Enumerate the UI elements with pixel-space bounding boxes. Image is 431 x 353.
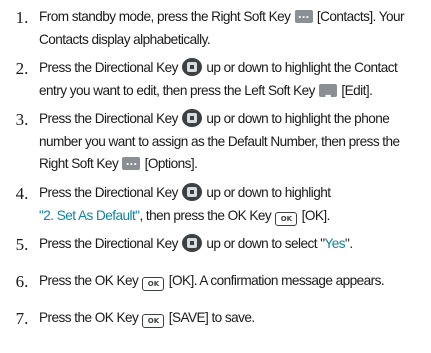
left-soft-key-icon xyxy=(319,83,338,107)
step-number: 6. xyxy=(15,272,29,291)
text: up or down to highlight xyxy=(206,185,331,200)
text: [OK]. A confirmation message appears. xyxy=(168,273,385,288)
directional-key-icon xyxy=(182,109,203,127)
text: ". xyxy=(345,236,353,251)
text: up or down to highlight the phone xyxy=(206,111,390,126)
text: [Edit]. xyxy=(341,82,373,98)
text: [Options]. xyxy=(144,156,198,171)
step-text: Press the Directional Key up or down to … xyxy=(39,233,427,256)
text: Right Soft Key xyxy=(39,156,119,171)
text: up or down to select " xyxy=(206,236,325,251)
step-text: Press the OK Key OK [SAVE] to save. xyxy=(39,307,427,330)
step-number: 3. xyxy=(15,110,29,129)
text: Press the Directional Key xyxy=(39,185,178,200)
text: , then press the OK Key xyxy=(139,207,272,223)
step-number: 1. xyxy=(15,8,29,27)
text: Press the Directional Key xyxy=(39,111,178,126)
step-text: Press the Directional Key up or down to … xyxy=(39,108,427,176)
text: From standby mode, press the Right Soft … xyxy=(39,9,291,24)
step-text: Press the Directional Key up or down to … xyxy=(39,57,427,107)
step-number: 4. xyxy=(15,184,29,203)
text: [SAVE] to save. xyxy=(168,310,256,325)
text: Press the OK Key xyxy=(39,310,139,325)
directional-key-icon xyxy=(182,58,203,76)
text: [OK]. xyxy=(301,207,331,223)
step-number: 2. xyxy=(15,59,29,78)
menu-option-highlight: "2. Set As Default" xyxy=(39,207,140,223)
text: Contacts display alphabetically. xyxy=(39,31,211,47)
text: Press the Directional Key xyxy=(39,236,178,251)
ok-key-icon: OK xyxy=(142,277,165,291)
step-text: Press the OK Key OK [OK]. A confirmation… xyxy=(39,270,427,293)
step-number: 5. xyxy=(15,235,29,254)
text: entry you want to edit, then press the L… xyxy=(39,82,315,98)
right-soft-key-icon xyxy=(294,5,313,28)
text: number you want to assign as the Default… xyxy=(39,133,400,149)
option-yes-highlight: Yes xyxy=(324,236,346,251)
step-text: Press the Directional Key up or down to … xyxy=(39,182,427,227)
step-number: 7. xyxy=(15,309,29,328)
text: [Contacts]. Your xyxy=(316,9,405,24)
text: up or down to highlight the Contact xyxy=(206,60,398,75)
directional-key-icon xyxy=(182,234,203,252)
ok-key-icon: OK xyxy=(275,211,298,226)
text: Press the Directional Key xyxy=(39,60,178,75)
right-soft-key-icon xyxy=(122,152,141,175)
text: Press the OK Key xyxy=(39,273,139,288)
directional-key-icon xyxy=(182,183,203,201)
step-text: From standby mode, press the Right Soft … xyxy=(39,5,427,51)
ok-key-icon: OK xyxy=(142,314,165,328)
